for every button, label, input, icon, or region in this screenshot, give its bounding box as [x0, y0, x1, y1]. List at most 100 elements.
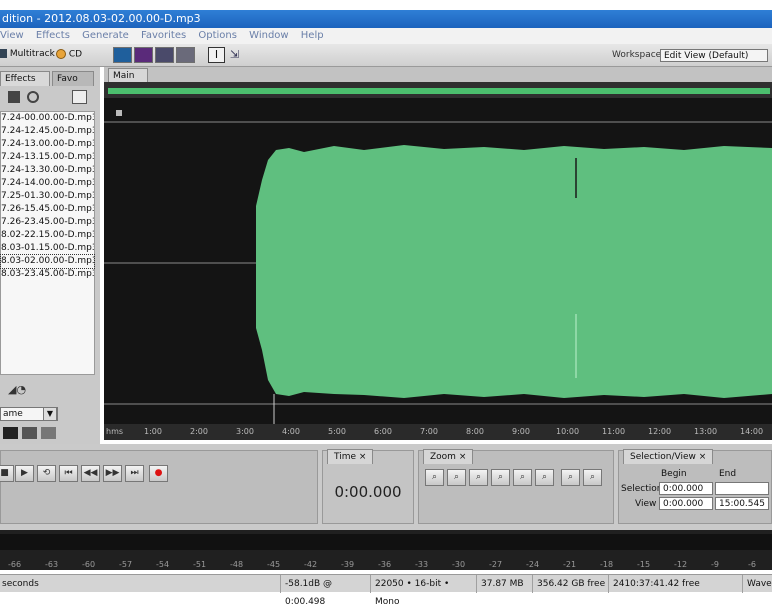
chevron-down-icon[interactable]: ▼ [43, 407, 57, 421]
zoom-in-horizontal-icon[interactable]: ⌕ [425, 469, 444, 486]
tab-time[interactable]: Time × [327, 449, 374, 464]
zoom-full-icon[interactable]: ⌕ [469, 469, 488, 486]
meter-label: -63 [45, 560, 59, 569]
tab-main[interactable]: Main [108, 68, 148, 83]
loop-icon[interactable] [22, 427, 37, 439]
menu-options[interactable]: Options [198, 30, 237, 41]
selection-label: Selection [621, 484, 663, 494]
meter-label: -60 [82, 560, 96, 569]
view-end-field[interactable]: 15:00.545 [715, 497, 769, 510]
meter-label: -36 [378, 560, 392, 569]
begin-header: Begin [661, 469, 687, 479]
tab-zoom[interactable]: Zoom × [423, 449, 474, 464]
file-list-item[interactable]: 7.25-01.30.00-D.mp3 [1, 190, 94, 203]
file-list-item[interactable]: 7.26-23.45.00-D.mp3 [1, 216, 94, 229]
menu-effects[interactable]: Effects [36, 30, 70, 41]
ruler-tick: 7:00 [420, 427, 438, 436]
waveform-display[interactable] [104, 98, 772, 424]
status-free-time: 2410:37:41.42 free [608, 575, 740, 593]
scrub-tool-icon[interactable]: ⇲ [230, 48, 239, 61]
file-list-item[interactable]: 7.24-00.00.00-D.mp3 [1, 112, 94, 125]
status-bar: seconds -58.1dB @ 0:00.498 22050 • 16-bi… [0, 574, 772, 607]
meter-label: -24 [526, 560, 540, 569]
meter-label: -21 [563, 560, 577, 569]
file-list: 7.24-00.00.00-D.mp3 7.24-12.45.00-D.mp3 7.… [0, 111, 95, 375]
menu-favorites[interactable]: Favorites [141, 30, 186, 41]
play-file-icon[interactable] [3, 427, 18, 439]
panel-menu-icon[interactable] [72, 90, 87, 104]
rewind-icon[interactable]: ◀◀ [81, 465, 100, 482]
tab-effects[interactable]: Effects [0, 71, 50, 86]
skip-start-icon[interactable]: ⏮ [59, 465, 78, 482]
menu-view[interactable]: View [0, 30, 24, 41]
multitrack-icon [0, 49, 7, 58]
overview-bar[interactable] [104, 82, 772, 98]
view-begin-field[interactable]: 0:00.000 [659, 497, 713, 510]
toolbar: Multitrack CD I ⇲ Workspace: Edit View (… [0, 44, 772, 67]
pan-view-button[interactable] [155, 47, 174, 63]
close-file-icon[interactable] [27, 91, 39, 103]
menu-window[interactable]: Window [249, 30, 288, 41]
multitrack-button[interactable]: Multitrack [0, 49, 55, 59]
selection-begin-field[interactable]: 0:00.000 [659, 482, 713, 495]
ruler-tick: 6:00 [374, 427, 392, 436]
marker-icon[interactable] [116, 110, 122, 116]
time-selection-tool-icon[interactable]: I [208, 47, 225, 63]
play-icon[interactable]: ▶ [15, 465, 34, 482]
zoom-left-icon[interactable]: ⌕ [513, 469, 532, 486]
file-list-item[interactable]: 8.03-01.15.00-D.mp3 [1, 242, 94, 255]
file-list-item[interactable]: 8.03-23.45.00-D.mp3 [1, 268, 94, 281]
ruler-tick: 1:00 [144, 427, 162, 436]
file-list-item[interactable]: 7.24-12.45.00-D.mp3 [1, 125, 94, 138]
phase-view-button[interactable] [176, 47, 195, 63]
tab-selection-view[interactable]: Selection/View × [623, 449, 714, 464]
open-file-icon[interactable] [8, 91, 20, 103]
meter-label: -42 [304, 560, 318, 569]
workspace-select[interactable]: Edit View (Default) [660, 49, 768, 62]
file-list-item[interactable]: 8.02-22.15.00-D.mp3 [1, 229, 94, 242]
zoom-right-icon[interactable]: ⌕ [535, 469, 554, 486]
file-list-item[interactable]: 7.24-13.30.00-D.mp3 [1, 164, 94, 177]
zoom-selection-icon[interactable]: ⌕ [491, 469, 510, 486]
zoom-out-horizontal-icon[interactable]: ⌕ [447, 469, 466, 486]
ruler-tick: 2:00 [190, 427, 208, 436]
selection-view-panel: Selection/View × Begin End Selection Vie… [618, 449, 772, 524]
title-bar: dition - 2012.08.03-02.00.00-D.mp3 [0, 10, 772, 28]
end-header: End [719, 469, 737, 479]
file-list-item[interactable]: 8.03-02.00.00-D.mp3 [0, 254, 95, 269]
menu-generate[interactable]: Generate [82, 30, 129, 41]
meter-label: -6 [748, 560, 756, 569]
preview-icon[interactable] [41, 427, 56, 439]
main-tabstrip: Main [104, 67, 772, 83]
zoom-out-vertical-icon[interactable]: ⌕ [583, 469, 602, 486]
loop-play-icon[interactable]: ⟲ [37, 465, 56, 482]
ruler-tick: 4:00 [282, 427, 300, 436]
file-list-item[interactable]: 7.24-13.00.00-D.mp3 [1, 138, 94, 151]
skip-end-icon[interactable]: ⏭ [125, 465, 144, 482]
time-ruler[interactable]: hms 1:00 2:00 3:00 4:00 5:00 6:00 7:00 8… [104, 424, 772, 440]
meter-label: -51 [193, 560, 207, 569]
waveform-view-button[interactable] [113, 47, 132, 63]
zoom-in-vertical-icon[interactable]: ⌕ [561, 469, 580, 486]
ruler-tick: 10:00 [556, 427, 580, 436]
meter-label: -45 [267, 560, 281, 569]
spectral-view-button[interactable] [134, 47, 153, 63]
status-wave: Wave [742, 575, 772, 593]
tab-favorites[interactable]: Favo [52, 71, 94, 86]
autoplay-icon[interactable]: ◢◔ [8, 383, 26, 396]
ruler-tick: 11:00 [602, 427, 626, 436]
overview-range[interactable] [108, 88, 770, 94]
cd-button[interactable]: CD [56, 49, 82, 60]
record-icon[interactable]: ● [149, 465, 168, 482]
selection-end-field[interactable] [715, 482, 769, 495]
waveform-svg [104, 121, 772, 424]
menu-help[interactable]: Help [301, 30, 324, 41]
status-level: -58.1dB @ 0:00.498 [280, 575, 368, 607]
file-list-item[interactable]: 7.24-14.00.00-D.mp3 [1, 177, 94, 190]
fast-forward-icon[interactable]: ▶▶ [103, 465, 122, 482]
file-list-item[interactable]: 7.26-15.45.00-D.mp3 [1, 203, 94, 216]
meter-label: -27 [489, 560, 503, 569]
file-list-item[interactable]: 7.24-13.15.00-D.mp3 [1, 151, 94, 164]
stop-icon[interactable]: ■ [0, 465, 14, 482]
meter-label: -12 [674, 560, 688, 569]
